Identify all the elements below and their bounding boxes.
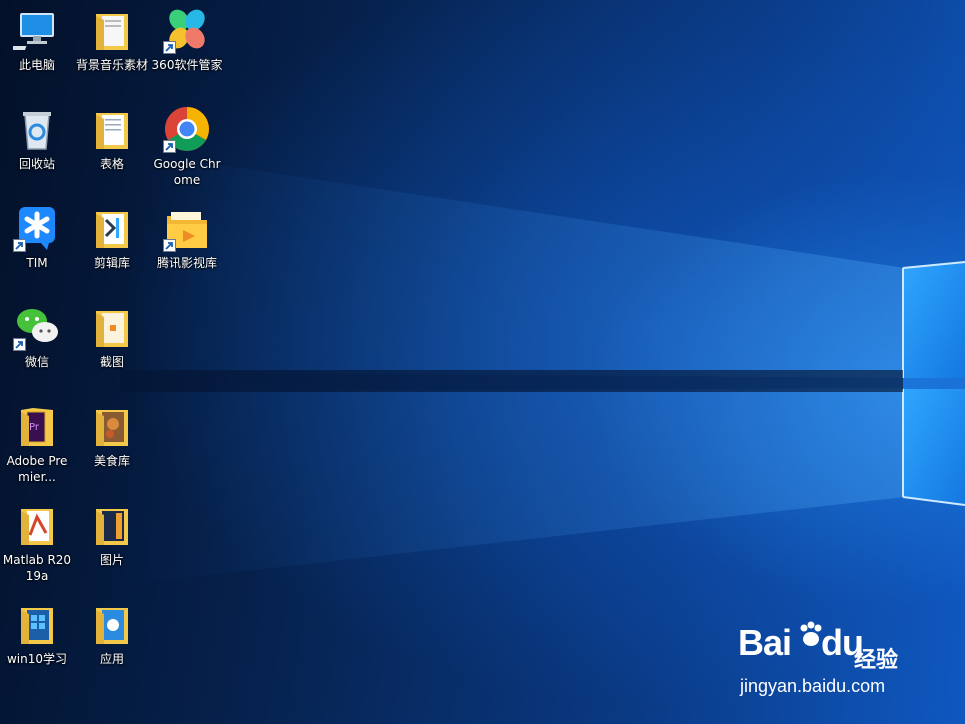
icon-label: 应用	[99, 652, 124, 666]
icon-label: 回收站	[18, 157, 55, 171]
desktop-icon-win10[interactable]: win10学习	[1, 596, 73, 692]
desktop-icon-bg-music[interactable]: 背景音乐素材	[76, 2, 148, 98]
icon-label: Google Chrome	[153, 157, 221, 187]
desktop-icon-jietu[interactable]: 截图	[76, 299, 148, 395]
desktop-icon-yingyong[interactable]: 应用	[76, 596, 148, 692]
chrome-icon	[163, 105, 211, 153]
shortcut-arrow-icon	[163, 41, 176, 54]
desktop-icon-wechat[interactable]: 微信	[1, 299, 73, 395]
desktop-icon-tupian[interactable]: 图片	[76, 497, 148, 593]
360-manager-icon	[163, 6, 211, 54]
desktop-icon-tim[interactable]: TIM	[1, 200, 73, 296]
icon-label: TIM	[26, 256, 48, 270]
tim-icon	[13, 204, 61, 252]
baidu-paw-icon	[800, 621, 822, 646]
icon-label: 360软件管家	[151, 58, 223, 72]
icon-label: 截图	[99, 355, 124, 369]
icon-label: Matlab R2019a	[2, 553, 72, 583]
folder-icon	[88, 600, 136, 648]
baidu-jingyan-watermark: Bai du 经验 jingyan.baidu.com	[738, 621, 928, 704]
folder-icon	[88, 204, 136, 252]
svg-text:Pr: Pr	[29, 422, 40, 433]
folder-icon	[13, 600, 61, 648]
folder-icon	[88, 402, 136, 450]
shortcut-arrow-icon	[163, 140, 176, 153]
desktop-icon-google-chrome[interactable]: Google Chrome	[151, 101, 223, 197]
computer-icon	[13, 6, 61, 54]
folder-icon	[88, 501, 136, 549]
recycle-bin-icon	[13, 105, 61, 153]
shortcut-arrow-icon	[13, 239, 26, 252]
icon-label: 微信	[24, 355, 49, 369]
icon-label: 背景音乐素材	[76, 58, 149, 72]
desktop-icon-matlab[interactable]: Matlab R2019a	[1, 497, 73, 593]
icon-label: 表格	[99, 157, 124, 171]
icon-label: Adobe Premier...	[6, 454, 68, 484]
desktop-icon-tencent-video[interactable]: 腾讯影视库	[151, 200, 223, 296]
icon-label: win10学习	[6, 652, 68, 666]
desktop-icon-360-manager[interactable]: 360软件管家	[151, 2, 223, 98]
desktop-icon-biaoge[interactable]: 表格	[76, 101, 148, 197]
icon-label: 美食库	[93, 454, 130, 468]
tencent-video-icon	[163, 204, 211, 252]
wechat-icon	[13, 303, 61, 351]
icon-label: 图片	[99, 553, 124, 567]
folder-matlab-icon	[13, 501, 61, 549]
shortcut-arrow-icon	[163, 239, 176, 252]
folder-icon	[88, 303, 136, 351]
icon-label: 此电脑	[18, 58, 55, 72]
folder-icon	[88, 105, 136, 153]
desktop-icon-jianji[interactable]: 剪辑库	[76, 200, 148, 296]
watermark-jingyan: 经验	[854, 648, 899, 673]
desktop-icon-adobe-premiere[interactable]: Pr Adobe Premier...	[1, 398, 73, 494]
icon-label: 剪辑库	[93, 256, 130, 270]
icon-label: 腾讯影视库	[156, 256, 217, 270]
folder-icon	[88, 6, 136, 54]
desktop-icon-meishi[interactable]: 美食库	[76, 398, 148, 494]
folder-premiere-icon: Pr	[13, 402, 61, 450]
shortcut-arrow-icon	[13, 338, 26, 351]
watermark-url: jingyan.baidu.com	[740, 676, 886, 696]
desktop-icon-this-pc[interactable]: 此电脑	[1, 2, 73, 98]
desktop-icon-recycle-bin[interactable]: 回收站	[1, 101, 73, 197]
